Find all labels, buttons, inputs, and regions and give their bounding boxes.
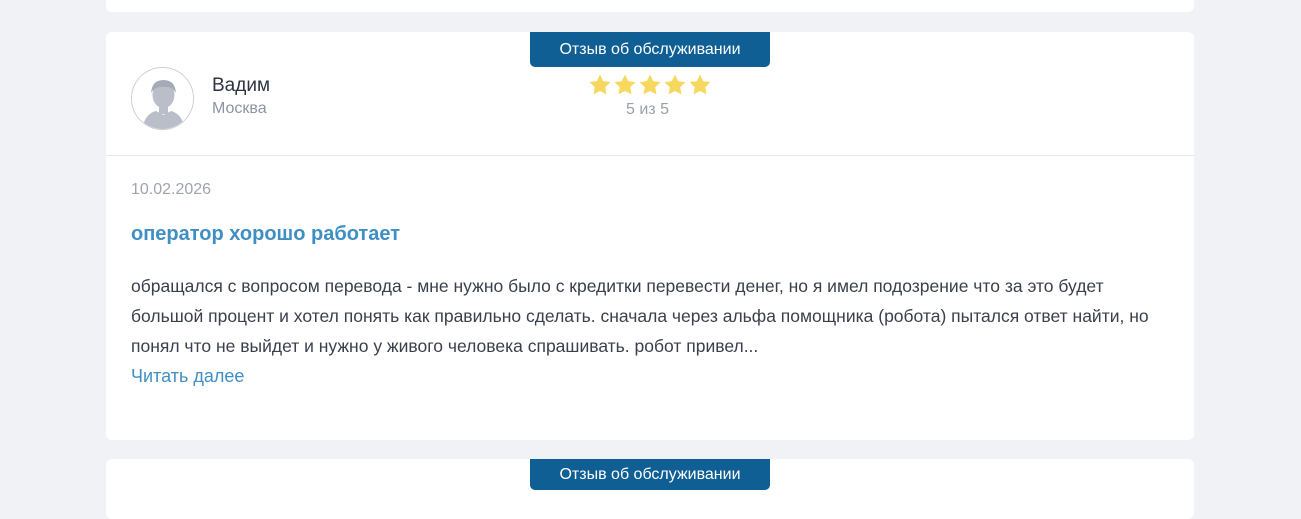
- rating-text: 5 из 5: [626, 101, 669, 118]
- rating-stars: [588, 73, 712, 97]
- avatar: [131, 67, 194, 130]
- divider: [106, 155, 1194, 156]
- author-city: Москва: [212, 100, 267, 117]
- star-icon: [689, 74, 711, 95]
- author-name: Вадим: [212, 75, 271, 96]
- review-title: оператор хорошо работает: [131, 223, 400, 245]
- review-text: обращался с вопросом перевода - мне нужн…: [131, 276, 1149, 356]
- review-date: 10.02.2026: [131, 181, 212, 198]
- review-type-badge: Отзыв об обслуживании: [530, 32, 770, 67]
- review-type-badge: Отзыв об обслуживании: [530, 459, 770, 490]
- user-avatar-icon: [132, 68, 193, 129]
- previous-review-card: [106, 0, 1194, 12]
- star-icon: [589, 74, 611, 95]
- next-review-card: Отзыв об обслуживании: [106, 459, 1194, 519]
- star-icon: [639, 74, 661, 95]
- star-icon: [614, 74, 636, 95]
- star-icon: [664, 74, 686, 95]
- review-card: Отзыв об обслуживании Вадим Москва 5 из …: [106, 32, 1194, 440]
- read-more-link[interactable]: Читать далее: [131, 361, 244, 391]
